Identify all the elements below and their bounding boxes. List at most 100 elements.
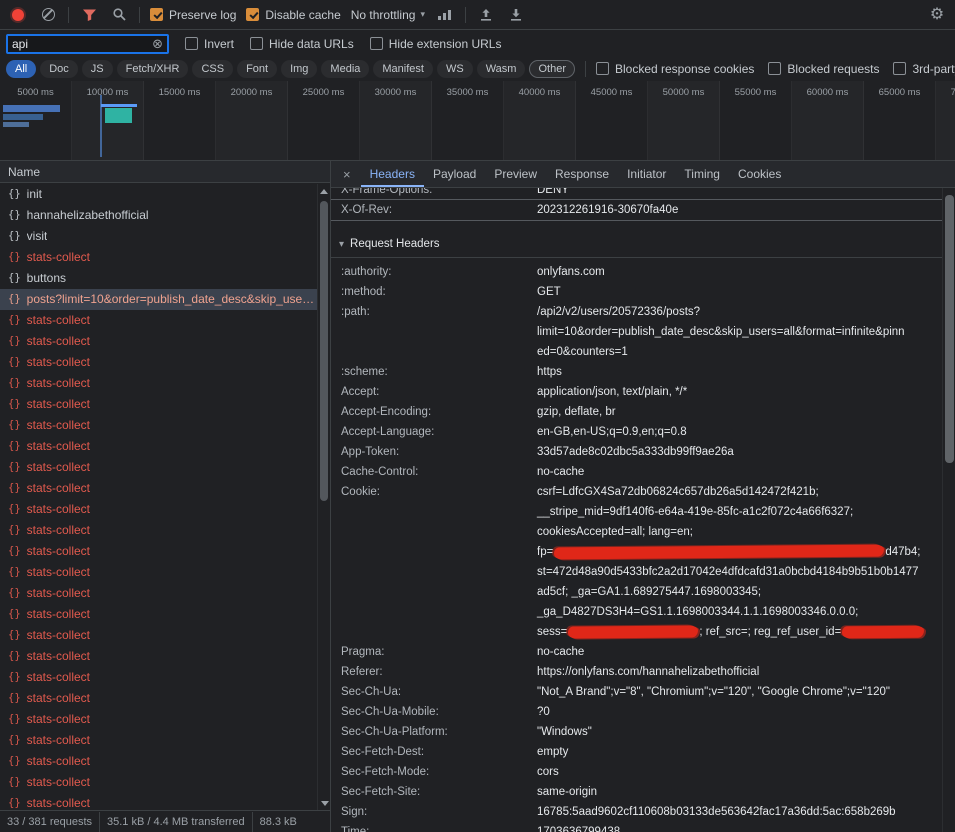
close-details-button[interactable]: × (331, 167, 361, 182)
detail-tab[interactable]: Initiator (618, 161, 675, 187)
type-filter-chip[interactable]: Fetch/XHR (117, 60, 189, 78)
scrollbar-thumb[interactable] (320, 201, 328, 501)
request-list-item[interactable]: {} stats-collect (0, 604, 317, 625)
header-value-part (841, 626, 925, 638)
type-filter-chip[interactable]: Img (281, 60, 317, 78)
request-list-item[interactable]: {} stats-collect (0, 772, 317, 793)
request-list-item[interactable]: {} stats-collect (0, 646, 317, 667)
request-list-item[interactable]: {} stats-collect (0, 436, 317, 457)
request-list-item[interactable]: {} hannahelizabethofficial (0, 205, 317, 226)
request-list-item[interactable]: {} stats-collect (0, 415, 317, 436)
request-list-item[interactable]: {} buttons (0, 268, 317, 289)
request-list-item[interactable]: {} stats-collect (0, 373, 317, 394)
detail-tab[interactable]: Headers (361, 161, 424, 187)
network-conditions-button[interactable] (435, 5, 455, 25)
type-filter-chip[interactable]: CSS (192, 60, 233, 78)
header-value: __stripe_mid=9df140f6-e64a-419e-85fc-a1c… (537, 502, 853, 522)
settings-button[interactable]: ⚙ (927, 5, 947, 25)
type-filter-chip[interactable]: Doc (40, 60, 78, 78)
detail-tab[interactable]: Cookies (729, 161, 790, 187)
details-scrollbar[interactable] (942, 188, 955, 832)
timeline-column: 5000 ms (0, 81, 72, 160)
request-name: visit (27, 226, 48, 247)
preserve-log-label: Preserve log (169, 8, 236, 22)
invert-checkbox[interactable]: Invert (185, 37, 234, 51)
request-name: stats-collect (27, 394, 90, 415)
request-list-item[interactable]: {} stats-collect (0, 541, 317, 562)
filter-input-box[interactable]: ⊗ (6, 34, 169, 54)
timeline-activity-bar (3, 105, 60, 112)
hide-data-urls-checkbox[interactable]: Hide data URLs (250, 37, 354, 51)
scrollbar-thumb[interactable] (945, 195, 954, 463)
preserve-log-checkbox[interactable]: Preserve log (150, 8, 236, 22)
search-button[interactable] (109, 5, 129, 25)
clear-network-log-button[interactable] (38, 5, 58, 25)
detail-tab[interactable]: Response (546, 161, 618, 187)
request-list-item[interactable]: {} stats-collect (0, 499, 317, 520)
disable-cache-checkbox[interactable]: Disable cache (246, 8, 340, 22)
filter-toggle-button[interactable] (79, 5, 99, 25)
request-list-item[interactable]: {} stats-collect (0, 352, 317, 373)
network-filter-toolbar: ⊗ Invert Hide data URLs Hide extension U… (0, 31, 955, 56)
detail-tab[interactable]: Timing (675, 161, 729, 187)
request-list-item[interactable]: {} visit (0, 226, 317, 247)
header-value-text: https (537, 366, 562, 378)
filter-input[interactable] (12, 37, 152, 51)
timeline-column: 45000 ms (576, 81, 648, 160)
record-button[interactable] (8, 5, 28, 25)
detail-tab[interactable]: Payload (424, 161, 485, 187)
scroll-down-arrow-icon[interactable] (321, 801, 329, 806)
request-list-item[interactable]: {} stats-collect (0, 310, 317, 331)
header-value-part: 33d57ade8c02dbc5a333db99ff9ae26a (537, 446, 734, 458)
type-filter-chip[interactable]: Other (529, 60, 575, 78)
request-list-item[interactable]: {} stats-collect (0, 709, 317, 730)
type-filter-chip[interactable]: Manifest (373, 60, 433, 78)
throttling-dropdown[interactable]: No throttling ▾ (351, 8, 425, 22)
request-list-item[interactable]: {} stats-collect (0, 394, 317, 415)
import-har-button[interactable] (476, 5, 496, 25)
hide-extension-urls-checkbox[interactable]: Hide extension URLs (370, 37, 502, 51)
type-filter-chip[interactable]: Wasm (477, 60, 526, 78)
filter-option-label: Blocked response cookies (615, 62, 754, 76)
request-list-item[interactable]: {} stats-collect (0, 520, 317, 541)
filter-option-checkbox[interactable]: Blocked requests (768, 62, 879, 76)
request-list-item[interactable]: {} stats-collect (0, 793, 317, 810)
panel-splitter[interactable] (330, 161, 331, 832)
request-list-item[interactable]: {} stats-collect (0, 751, 317, 772)
scroll-up-arrow-icon[interactable] (320, 189, 328, 194)
filter-option-checkbox[interactable]: Blocked response cookies (596, 62, 754, 76)
type-filter-chip[interactable]: Font (237, 60, 277, 78)
request-headers-section[interactable]: ▾ Request Headers (331, 231, 942, 258)
request-name: stats-collect (27, 541, 90, 562)
header-value-part: empty (537, 746, 568, 758)
type-filter-chip[interactable]: Media (321, 60, 369, 78)
script-braces-icon: {} (8, 709, 21, 730)
type-filter-chip[interactable]: JS (82, 60, 113, 78)
type-filter-chip[interactable]: WS (437, 60, 473, 78)
clear-filter-icon[interactable]: ⊗ (152, 37, 163, 50)
checkbox-unchecked-icon (370, 37, 383, 50)
header-row: Sec-Ch-Ua-Mobile: ?0 (331, 702, 942, 722)
network-overview-timeline[interactable]: 5000 ms 10000 ms 15000 ms 20000 ms 25000… (0, 81, 955, 161)
request-list-item[interactable]: {} stats-collect (0, 331, 317, 352)
filter-option-checkbox[interactable]: 3rd-party requests (893, 62, 955, 76)
header-value: https://onlyfans.com/hannahelizabethoffi… (537, 662, 759, 682)
request-list-item[interactable]: {} stats-collect (0, 562, 317, 583)
request-list-item[interactable]: {} stats-collect (0, 667, 317, 688)
request-list-item[interactable]: {} stats-collect (0, 478, 317, 499)
request-list-scrollbar[interactable] (317, 184, 330, 810)
request-list-item[interactable]: {} stats-collect (0, 457, 317, 478)
header-value-part: https (537, 366, 562, 378)
detail-tab[interactable]: Preview (485, 161, 546, 187)
request-list-item[interactable]: {} stats-collect (0, 730, 317, 751)
header-value: limit=10&order=publish_date_desc&skip_us… (537, 322, 905, 342)
request-list-item[interactable]: {} init (0, 184, 317, 205)
request-list-item[interactable]: {} stats-collect (0, 247, 317, 268)
request-list-item[interactable]: {} stats-collect (0, 583, 317, 604)
export-har-button[interactable] (506, 5, 526, 25)
type-filter-chip[interactable]: All (6, 60, 36, 78)
request-list-item[interactable]: {} stats-collect (0, 625, 317, 646)
request-list-item[interactable]: {} stats-collect (0, 688, 317, 709)
request-list-item[interactable]: {} posts?limit=10&order=publish_date_des… (0, 289, 317, 310)
name-column-header[interactable]: Name (0, 161, 330, 183)
